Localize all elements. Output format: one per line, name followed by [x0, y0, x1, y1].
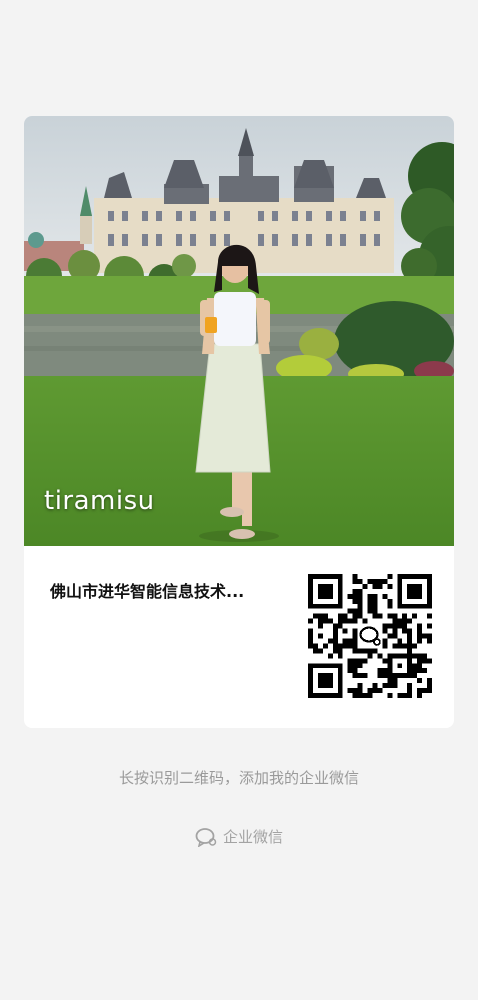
wecom-brand: 企业微信	[0, 826, 478, 848]
wecom-logo-icon	[195, 827, 217, 848]
photo-caption: tiramisu	[44, 486, 155, 516]
qr-code[interactable]	[308, 574, 432, 698]
profile-photo: tiramisu	[24, 116, 454, 546]
business-card: tiramisu 佛山市进华智能信息技术...	[24, 116, 454, 728]
wecom-label: 企业微信	[222, 828, 283, 846]
scan-hint: 长按识别二维码，添加我的企业微信	[118, 769, 359, 787]
organization-name: 佛山市进华智能信息技术...	[50, 582, 245, 601]
